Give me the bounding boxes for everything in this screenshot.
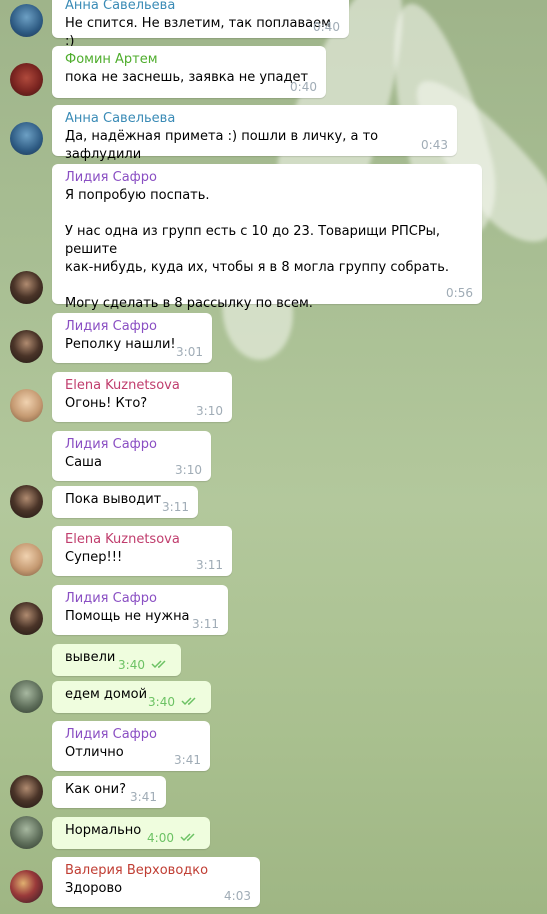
message-bubble[interactable]: Лидия Сафро Саша 3:10 — [52, 431, 211, 481]
message-time: 3:10 — [175, 463, 202, 477]
message-bubble[interactable]: вывели 3:40 — [52, 644, 181, 676]
self-avatar-icon[interactable] — [10, 680, 43, 713]
double-check-icon — [181, 697, 196, 706]
sender-name[interactable]: Анна Савельева — [65, 110, 445, 128]
message-time: 0:43 — [421, 138, 448, 152]
message-time: 3:40 — [118, 658, 145, 672]
message-text: Нормально — [65, 823, 142, 838]
message-bubble[interactable]: Лидия Сафро Реполку нашли! 3:01 — [52, 313, 212, 363]
message-time: 3:10 — [196, 404, 223, 418]
message-time: 3:11 — [196, 558, 223, 572]
message-text: Я попробую поспать. У нас одна из групп … — [65, 188, 450, 311]
message-bubble[interactable]: Как они? 3:41 — [52, 776, 166, 808]
message-time: 3:01 — [176, 345, 203, 359]
self-avatar-icon[interactable] — [10, 816, 43, 849]
message-bubble[interactable]: Анна Савельева Не спится. Не взлетим, та… — [52, 0, 349, 49]
anna-avatar-icon[interactable] — [10, 122, 43, 155]
sender-name[interactable]: Лидия Сафро — [65, 318, 200, 336]
anna-avatar-icon[interactable] — [10, 4, 43, 37]
message-time: 3:41 — [174, 753, 201, 767]
message-bubble[interactable]: Elena Kuznetsova Супер!!! 3:11 — [52, 526, 232, 576]
message-time: 0:40 — [313, 20, 340, 34]
sender-name[interactable]: Elena Kuznetsova — [65, 377, 220, 395]
sender-name[interactable]: Валерия Верховодко — [65, 862, 248, 880]
double-check-icon — [180, 833, 195, 842]
lidiya-avatar-icon[interactable] — [10, 602, 43, 635]
message-text: пока не заснешь, заявка не упадет — [65, 70, 309, 85]
message-bubble[interactable]: Пока выводит 3:11 — [52, 486, 198, 518]
sender-name[interactable]: Лидия Сафро — [65, 590, 216, 608]
lidiya-avatar-icon[interactable] — [10, 485, 43, 518]
message-time: 4:03 — [224, 889, 251, 903]
message-bubble[interactable]: Фомин Артем пока не заснешь, заявка не у… — [52, 46, 326, 98]
message-time: 3:11 — [162, 500, 189, 514]
sender-name[interactable]: Фомин Артем — [65, 51, 314, 69]
message-time: 4:00 — [147, 831, 174, 845]
message-bubble[interactable]: едем домой 3:40 — [52, 681, 211, 713]
lidiya-avatar-icon[interactable] — [10, 775, 43, 808]
elena-avatar-icon[interactable] — [10, 389, 43, 422]
message-bubble[interactable]: Валерия Верховодко Здорово 4:03 — [52, 857, 260, 907]
message-time: 0:56 — [446, 286, 473, 300]
message-bubble[interactable]: Нормально 4:00 — [52, 817, 210, 849]
message-time: 0:40 — [290, 80, 317, 94]
sender-name[interactable]: Анна Савельева — [65, 0, 337, 15]
sender-name[interactable]: Elena Kuznetsova — [65, 531, 220, 549]
lidiya-avatar-icon[interactable] — [10, 330, 43, 363]
double-check-icon — [151, 660, 166, 669]
message-list[interactable]: Анна Савельева Не спится. Не взлетим, та… — [0, 0, 547, 914]
message-bubble[interactable]: Лидия Сафро Я попробую поспать. У нас од… — [52, 164, 482, 311]
valeria-avatar-icon[interactable] — [10, 870, 43, 903]
message-text: едем домой — [65, 687, 148, 702]
message-time: 3:41 — [130, 790, 157, 804]
message-bubble[interactable]: Лидия Сафро Отлично 3:41 — [52, 721, 210, 771]
message-text: Да, надёжная примета :) пошли в личку, а… — [65, 129, 383, 162]
message-time: 3:11 — [192, 617, 219, 631]
lidiya-avatar-icon[interactable] — [10, 271, 43, 304]
message-text: Здорово — [65, 881, 123, 896]
sender-name[interactable]: Лидия Сафро — [65, 726, 198, 744]
elena-avatar-icon[interactable] — [10, 543, 43, 576]
sender-name[interactable]: Лидия Сафро — [65, 169, 470, 187]
message-time: 3:40 — [148, 695, 175, 709]
message-bubble[interactable]: Лидия Сафро Помощь не нужна 3:11 — [52, 585, 228, 635]
sender-name[interactable]: Лидия Сафро — [65, 436, 199, 454]
message-bubble[interactable]: Elena Kuznetsova Огонь! Кто? 3:10 — [52, 372, 232, 422]
message-bubble[interactable]: Анна Савельева Да, надёжная примета :) п… — [52, 105, 457, 162]
fomin-avatar-icon[interactable] — [10, 63, 43, 96]
